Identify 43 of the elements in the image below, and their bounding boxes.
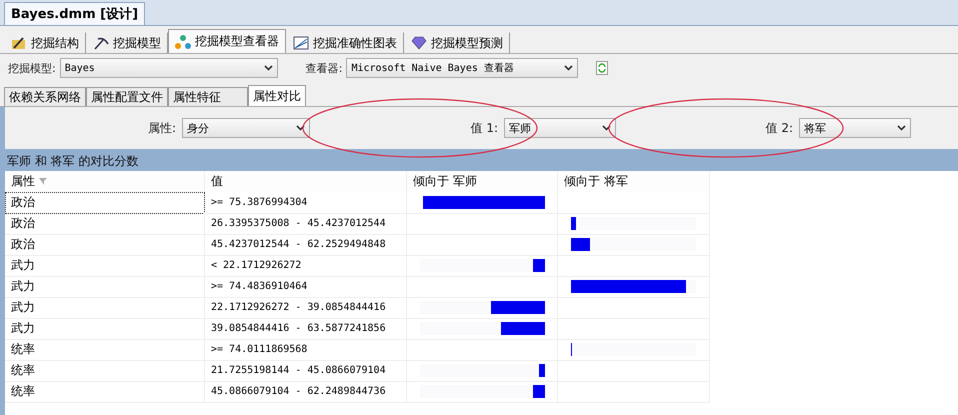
filter-label: 值 2: bbox=[766, 120, 793, 136]
filter-dropdown[interactable]: 军师 bbox=[504, 118, 616, 138]
table-cell: 政治 bbox=[5, 234, 205, 256]
tab[interactable]: 挖掘模型查看器 bbox=[168, 29, 286, 53]
table-cell: 武力 bbox=[5, 318, 205, 340]
view-tab[interactable]: 属性对比 bbox=[248, 85, 306, 106]
table-cell: 政治 bbox=[5, 192, 205, 214]
viewer-dropdown[interactable]: Microsoft Naive Bayes 查看器 bbox=[346, 58, 578, 78]
pickaxe-icon bbox=[93, 36, 109, 50]
table-cell: 武力 bbox=[5, 276, 205, 298]
viewer-label: 查看器: bbox=[306, 60, 342, 76]
view-tab[interactable]: 属性配置文件 bbox=[86, 87, 168, 106]
table-cell: 39.0854844416 - 63.5877241856 bbox=[205, 318, 407, 340]
line-chart-icon bbox=[293, 36, 309, 50]
table-cell: >= 74.4836910464 bbox=[205, 276, 407, 298]
table-cell: 统率 bbox=[5, 381, 205, 403]
refresh-icon[interactable] bbox=[596, 61, 608, 75]
filter-dropdown[interactable]: 将军 bbox=[799, 118, 911, 138]
table-cell: 26.3395375008 - 45.4237012544 bbox=[205, 213, 407, 235]
table-cell: 21.7255198144 - 45.0866079104 bbox=[205, 360, 407, 382]
model-label: 挖掘模型: bbox=[8, 60, 56, 76]
model-dropdown[interactable]: Bayes bbox=[60, 58, 278, 78]
table-cell: 政治 bbox=[5, 213, 205, 235]
table-cell: 22.1712926272 - 39.0854844416 bbox=[205, 297, 407, 319]
filter-label: 属性: bbox=[148, 120, 176, 136]
view-tab[interactable]: 属性特征 bbox=[168, 87, 248, 106]
filter-dropdown[interactable]: 身分 bbox=[182, 118, 310, 138]
table-cell: 武力 bbox=[5, 297, 205, 319]
view-tab[interactable]: 依赖关系网络 bbox=[4, 87, 86, 106]
table-cell: >= 75.3876994304 bbox=[205, 192, 407, 214]
table-cell: >= 74.0111869568 bbox=[205, 339, 407, 361]
panel-title: 军师 和 将军 的对比分数 bbox=[5, 149, 958, 171]
table-cell: 统率 bbox=[5, 360, 205, 382]
diamond-icon bbox=[411, 36, 427, 50]
ruler-folder-icon bbox=[11, 36, 27, 50]
document-tab[interactable]: Bayes.dmm [设计] bbox=[4, 2, 146, 25]
table-cell: 45.0866079104 - 62.2489844736 bbox=[205, 381, 407, 403]
network-nodes-icon bbox=[175, 34, 191, 48]
table-cell: < 22.1712926272 bbox=[205, 255, 407, 277]
table-cell: 45.4237012544 - 62.2529494848 bbox=[205, 234, 407, 256]
filter-label: 值 1: bbox=[470, 120, 498, 136]
table-cell: 统率 bbox=[5, 339, 205, 361]
table-cell: 武力 bbox=[5, 255, 205, 277]
